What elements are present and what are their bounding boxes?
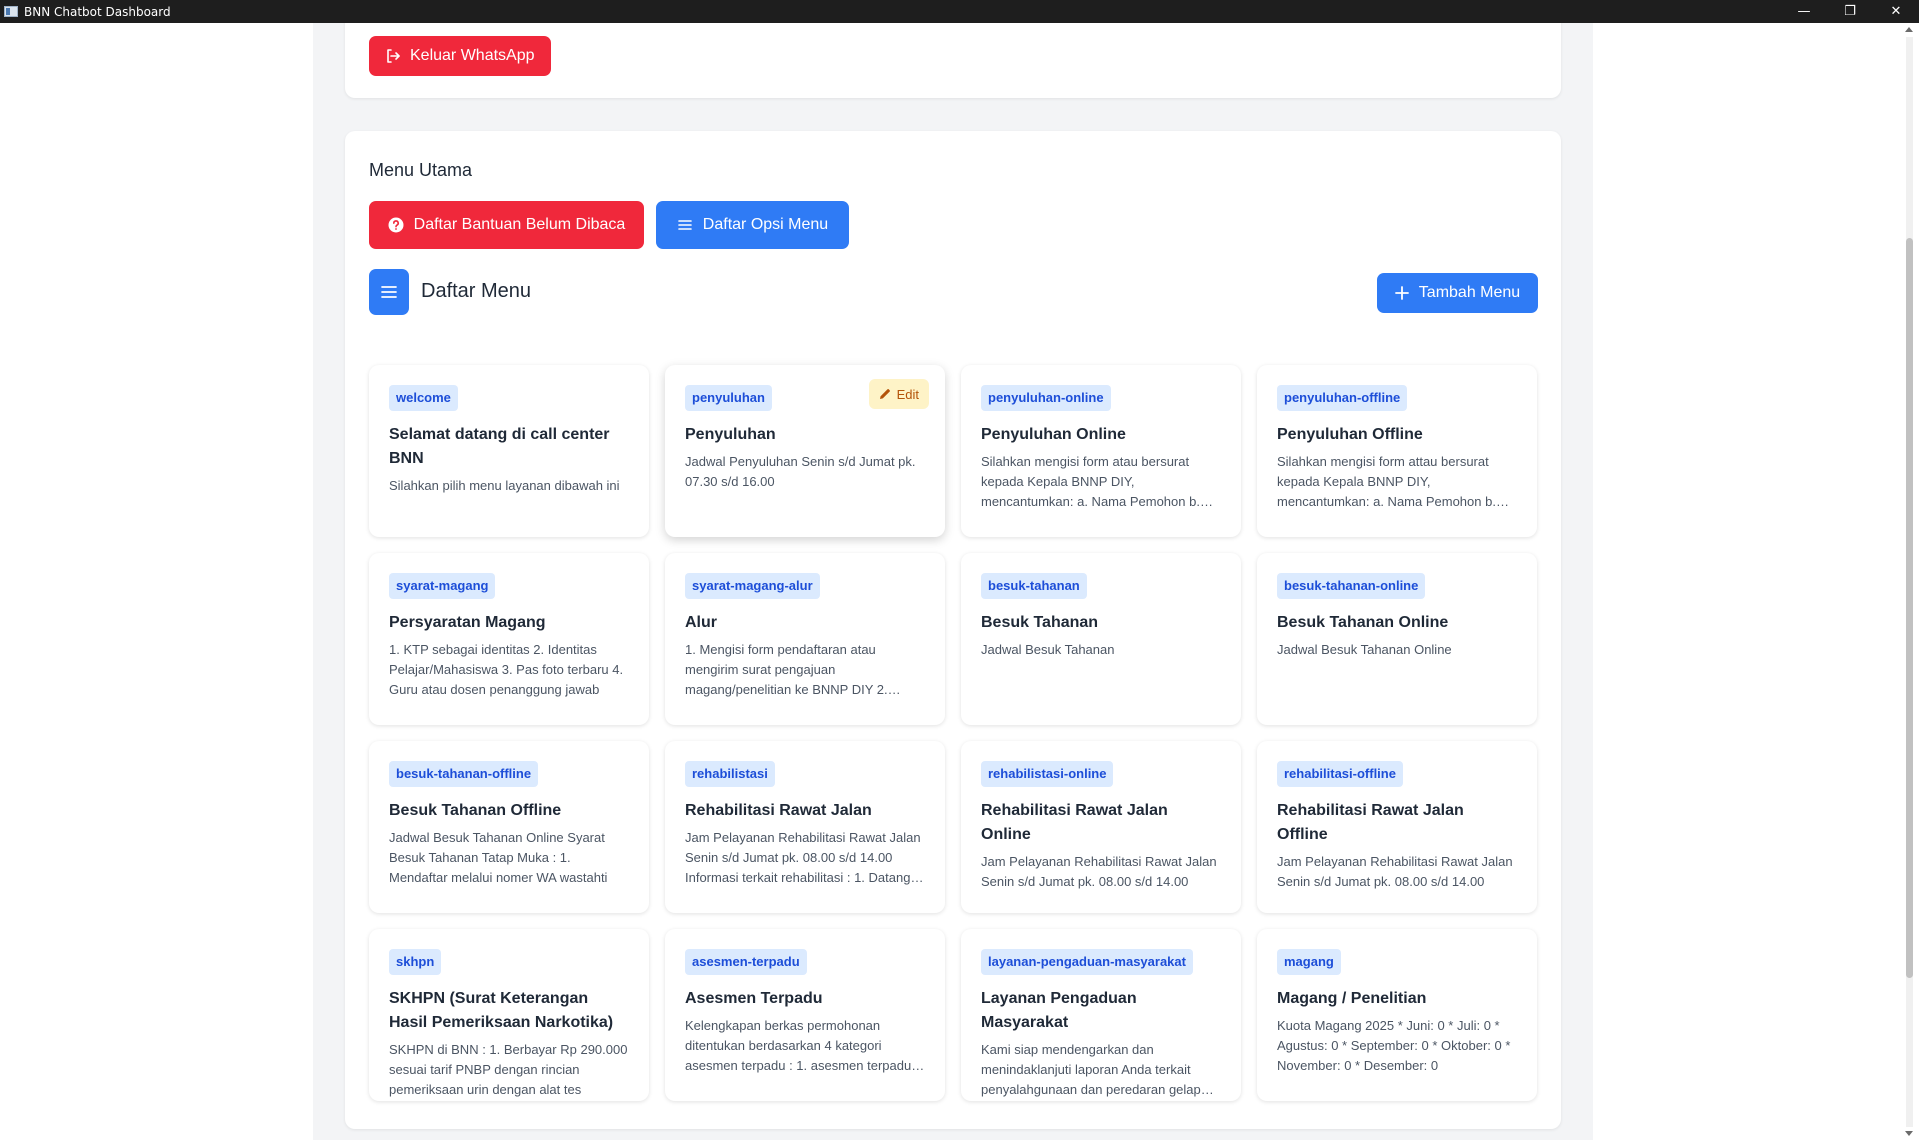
menu-description: Silahkan pilih menu layanan dibawah ini — [389, 478, 620, 493]
vertical-scrollbar[interactable] — [1900, 23, 1919, 1140]
menu-title: Penyuluhan Offline — [1277, 426, 1423, 443]
menu-key-badge: penyuluhan-offline — [1277, 385, 1408, 411]
section-title: Menu Utama — [369, 160, 473, 180]
window-controls: — ❐ ✕ — [1781, 0, 1919, 23]
menu-description: Jam Pelayanan Rehabilitasi Rawat Jalan S… — [685, 830, 921, 885]
add-menu-label: Tambah Menu — [1418, 284, 1521, 301]
question-circle-icon — [388, 217, 404, 233]
window-titlebar: BNN Chatbot Dashboard — ❐ ✕ — [0, 0, 1919, 23]
menu-key-badge: layanan-pengaduan-masyarakat — [981, 949, 1193, 975]
menu-title: Rehabilitasi Rawat Jalan Offline — [1277, 802, 1464, 843]
close-button[interactable]: ✕ — [1873, 0, 1919, 23]
menu-card[interactable]: syarat-magang-alur Alur 1. Mengisi form … — [665, 553, 945, 725]
menu-card[interactable]: rehabilistasi Rehabilitasi Rawat Jalan J… — [665, 741, 945, 913]
menu-card[interactable]: welcome Selamat datang di call center BN… — [369, 365, 649, 537]
menu-options-button[interactable]: Daftar Opsi Menu — [656, 201, 849, 249]
menu-card[interactable]: besuk-tahanan Besuk Tahanan Jadwal Besuk… — [961, 553, 1241, 725]
menu-card[interactable]: syarat-magang Persyaratan Magang 1. KTP … — [369, 553, 649, 725]
list-icon — [381, 286, 397, 298]
menu-key-badge: magang — [1277, 949, 1341, 975]
menu-title: Besuk Tahanan Offline — [389, 802, 562, 819]
unread-help-button[interactable]: Daftar Bantuan Belum Dibaca — [369, 201, 644, 249]
menu-card[interactable]: penyuluhan Edit Penyuluhan Jadwal Penyul… — [665, 365, 945, 537]
menu-title: SKHPN (Surat Keterangan Hasil Pemeriksaa… — [389, 990, 614, 1031]
menu-card[interactable]: besuk-tahanan-offline Besuk Tahanan Offl… — [369, 741, 649, 913]
restore-button[interactable]: ❐ — [1827, 0, 1873, 23]
menu-key-badge: besuk-tahanan-offline — [389, 761, 539, 787]
menu-title: Layanan Pengaduan Masyarakat — [981, 990, 1137, 1031]
menu-key-badge: rehabilistasi — [685, 761, 775, 787]
menu-description: Kami siap mendengarkan dan menindaklanju… — [981, 1042, 1201, 1097]
menu-title: Besuk Tahanan Online — [1277, 614, 1449, 631]
main-menu-card: Menu Utama Daftar Bantuan Belum Dibaca D… — [345, 131, 1561, 1129]
menu-card[interactable]: asesmen-terpadu Asesmen Terpadu Kelengka… — [665, 929, 945, 1101]
menu-card[interactable]: layanan-pengaduan-masyarakat Layanan Pen… — [961, 929, 1241, 1101]
menu-description: Silahkan mengisi form attau bersurat kep… — [1277, 454, 1496, 509]
menu-title: Rehabilitasi Rawat Jalan Online — [981, 802, 1168, 843]
menu-description: Jadwal Penyuluhan Senin s/d Jumat pk. 07… — [685, 454, 916, 489]
menu-description: SKHPN di BNN : 1. Berbayar Rp 290.000 se… — [389, 1042, 628, 1097]
page-content: Keluar WhatsApp Menu Utama Daftar Bantua… — [0, 23, 1900, 1140]
menu-key-badge: penyuluhan-online — [981, 385, 1111, 411]
menu-title: Magang / Penelitian — [1277, 990, 1427, 1007]
scroll-down-arrow[interactable] — [1905, 1131, 1913, 1136]
logout-whatsapp-label: Keluar WhatsApp — [410, 47, 535, 64]
menu-title: Besuk Tahanan — [981, 614, 1099, 631]
menu-grid: welcome Selamat datang di call center BN… — [369, 365, 1539, 1101]
menu-description: Jadwal Besuk Tahanan Online Syarat Besuk… — [389, 830, 608, 885]
menu-options-label: Daftar Opsi Menu — [702, 216, 829, 233]
menu-list-title: Daftar Menu — [421, 280, 532, 302]
app-icon — [4, 6, 18, 17]
menu-card[interactable]: rehabilitasi-offline Rehabilitasi Rawat … — [1257, 741, 1537, 913]
menu-key-badge: skhpn — [389, 949, 442, 975]
menu-key-badge: rehabilistasi-online — [981, 761, 1114, 787]
window-title: BNN Chatbot Dashboard — [24, 4, 171, 19]
logout-icon — [387, 49, 400, 63]
menu-title: Alur — [685, 614, 717, 631]
menu-description: Kuota Magang 2025 * Juni: 0 * Juli: 0 * … — [1277, 1018, 1511, 1073]
unread-help-label: Daftar Bantuan Belum Dibaca — [413, 216, 626, 233]
pencil-icon — [879, 389, 890, 399]
menu-card[interactable]: penyuluhan-online Penyuluhan Online Sila… — [961, 365, 1241, 537]
menu-card[interactable]: besuk-tahanan-online Besuk Tahanan Onlin… — [1257, 553, 1537, 725]
menu-description: 1. KTP sebagai identitas 2. Identitas Pe… — [389, 642, 624, 697]
menu-title: Penyuluhan — [685, 426, 776, 443]
edit-label: Edit — [896, 386, 919, 402]
menu-description: Jadwal Besuk Tahanan — [981, 642, 1115, 657]
menu-card[interactable]: magang Magang / Penelitian Kuota Magang … — [1257, 929, 1537, 1101]
menu-description: Kelengkapan berkas permohonan ditentukan… — [685, 1018, 912, 1073]
edit-menu-button[interactable]: Edit — [868, 379, 929, 409]
whatsapp-card: Keluar WhatsApp — [345, 23, 1561, 98]
menu-title: Penyuluhan Online — [981, 426, 1126, 443]
menu-card[interactable]: rehabilistasi-online Rehabilitasi Rawat … — [961, 741, 1241, 913]
menu-key-badge: welcome — [389, 385, 458, 411]
menu-title: Asesmen Terpadu — [685, 990, 823, 1007]
add-menu-button[interactable]: Tambah Menu — [1377, 273, 1538, 313]
minimize-button[interactable]: — — [1781, 0, 1827, 23]
menu-key-badge: besuk-tahanan — [981, 573, 1087, 599]
menu-list-icon-box — [369, 269, 409, 315]
menu-description: Silahkan mengisi form atau bersurat kepa… — [981, 454, 1200, 509]
menu-description: Jam Pelayanan Rehabilitasi Rawat Jalan S… — [981, 854, 1217, 889]
menu-card[interactable]: penyuluhan-offline Penyuluhan Offline Si… — [1257, 365, 1537, 537]
menu-key-badge: penyuluhan — [685, 385, 772, 411]
menu-description: Jam Pelayanan Rehabilitasi Rawat Jalan S… — [1277, 854, 1513, 889]
menu-title: Rehabilitasi Rawat Jalan — [685, 802, 872, 819]
menu-description: 1. Mengisi form pendaftaran atau mengiri… — [685, 642, 888, 697]
menu-key-badge: besuk-tahanan-online — [1277, 573, 1426, 599]
list-icon — [677, 220, 692, 230]
menu-title: Selamat datang di call center BNN — [389, 426, 610, 467]
logout-whatsapp-button[interactable]: Keluar WhatsApp — [369, 36, 551, 76]
plus-icon — [1394, 286, 1409, 300]
scroll-up-arrow[interactable] — [1905, 27, 1913, 32]
menu-key-badge: syarat-magang-alur — [685, 573, 820, 599]
menu-key-badge: asesmen-terpadu — [685, 949, 807, 975]
scroll-thumb[interactable] — [1906, 238, 1913, 978]
menu-title: Persyaratan Magang — [389, 614, 546, 631]
menu-key-badge: syarat-magang — [389, 573, 496, 599]
menu-description: Jadwal Besuk Tahanan Online — [1277, 642, 1452, 657]
menu-card[interactable]: skhpn SKHPN (Surat Keterangan Hasil Peme… — [369, 929, 649, 1101]
menu-key-badge: rehabilitasi-offline — [1277, 761, 1403, 787]
